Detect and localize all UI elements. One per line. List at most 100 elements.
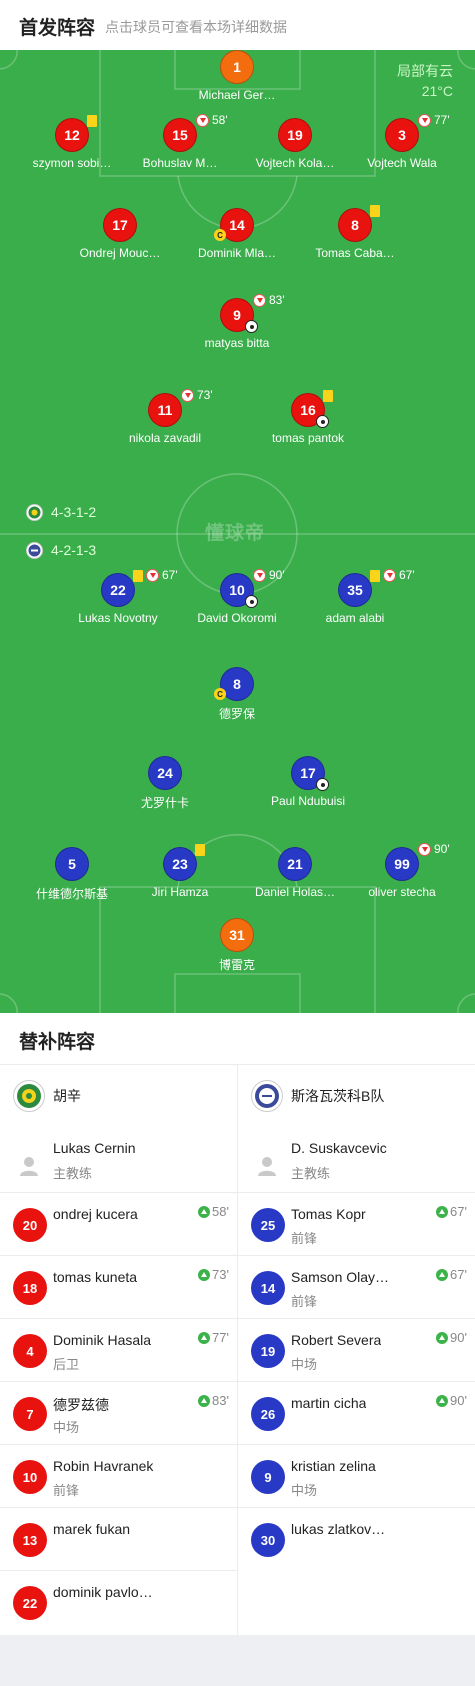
home-crest-icon <box>26 503 43 521</box>
sub-player-row[interactable]: 9 kristian zelina 中场 <box>238 1445 475 1508</box>
player-number: 21 <box>278 847 312 881</box>
sub-out-minute: 90' <box>269 568 285 582</box>
home-team-row[interactable]: 胡辛 <box>0 1065 237 1127</box>
sub-player-row[interactable]: 10 Robin Havranek 前锋 <box>0 1445 237 1508</box>
yellow-card-icon <box>323 390 333 402</box>
home-player[interactable]: 17 Ondrej Mouc… <box>65 208 175 268</box>
sub-player-position: 前锋 <box>53 1483 80 1498</box>
sub-player-number: 30 <box>251 1523 285 1557</box>
sub-in: 90' <box>436 1393 467 1408</box>
sub-out-icon <box>196 113 209 127</box>
substituted-out: 67' <box>146 568 178 582</box>
sub-in: 90' <box>436 1330 467 1345</box>
sub-in-arrow-icon <box>436 1268 449 1281</box>
sub-player-row[interactable]: 4 Dominik Hasala 后卫 77' <box>0 1319 237 1382</box>
weather-condition: 局部有云 <box>397 63 453 79</box>
home-player[interactable]: 11 nikola zavadil 73' <box>110 388 220 453</box>
player-name: oliver stecha <box>368 885 436 899</box>
home-coach-row[interactable]: Lukas Cernin 主教练 <box>0 1127 237 1193</box>
sub-player-row[interactable]: 22 dominik pavlo… <box>0 1571 237 1634</box>
away-player[interactable]: 17 Paul Ndubuisi <box>253 756 363 816</box>
sub-player-row[interactable]: 20 ondrej kucera 58' <box>0 1193 237 1256</box>
away-player[interactable]: 35 adam alabi 67' <box>300 568 415 633</box>
away-player[interactable]: 24 尤罗什卡 <box>110 756 220 816</box>
player-number: 17 <box>103 208 137 242</box>
sub-player-row[interactable]: 25 Tomas Kopr 前锋 67' <box>238 1193 475 1256</box>
sub-player-name: ondrej kucera <box>53 1206 138 1222</box>
player-number: 8 <box>338 208 372 242</box>
sub-in-arrow-icon <box>198 1205 211 1218</box>
home-player[interactable]: 9 matyas bitta 83' <box>182 293 292 358</box>
captain-badge: C <box>214 229 226 241</box>
home-formation: 4-3-1-2 <box>26 503 96 521</box>
away-coach-row[interactable]: D. Suskavcevic 主教练 <box>238 1127 475 1193</box>
sub-player-number: 9 <box>251 1460 285 1494</box>
player-name: Daniel Holas… <box>254 885 336 899</box>
home-team-name: 胡辛 <box>53 1088 81 1104</box>
sub-player-number: 10 <box>13 1460 47 1494</box>
home-player[interactable]: 8 Tomas Caba… <box>300 205 410 268</box>
sub-player-position: 中场 <box>291 1357 318 1372</box>
home-player[interactable]: 12 szymon sobi… <box>17 115 127 178</box>
substituted-out: 67' <box>383 568 415 582</box>
away-player[interactable]: 10 David Okoromi 90' <box>182 568 292 633</box>
pitch: 局部有云 21°C 懂球帝 4-3-1-2 4-2-1-3 1 Michael G… <box>0 50 475 1013</box>
sub-out-icon <box>253 568 266 582</box>
sub-player-number: 19 <box>251 1334 285 1368</box>
home-player[interactable]: 1 Michael Ger… <box>182 50 292 110</box>
player-name: matyas bitta <box>204 336 270 350</box>
sub-player-row[interactable]: 7 德罗兹德 中场 83' <box>0 1382 237 1445</box>
coach-avatar-icon <box>20 1157 38 1176</box>
sub-player-row[interactable]: 30 lukas zlatkov… <box>238 1508 475 1571</box>
sub-in-arrow-icon <box>436 1205 449 1218</box>
home-player[interactable]: 16 tomas pantok <box>253 390 363 453</box>
away-player[interactable]: 23 Jiri Hamza <box>125 844 235 907</box>
sub-player-position: 中场 <box>291 1483 318 1498</box>
player-name: 什维德尔斯基 <box>35 887 108 901</box>
home-player[interactable]: 14 Dominik Mla… C <box>182 208 292 268</box>
player-number: 31 <box>220 918 254 952</box>
away-player[interactable]: 5 什维德尔斯基 <box>17 847 127 907</box>
sub-player-row[interactable]: 19 Robert Severa 中场 90' <box>238 1319 475 1382</box>
sub-out-minute: 67' <box>399 568 415 582</box>
sub-player-number: 4 <box>13 1334 47 1368</box>
substituted-out: 83' <box>253 293 285 307</box>
home-player[interactable]: 15 Bohuslav M… 58' <box>125 113 235 178</box>
sub-player-number: 13 <box>13 1523 47 1557</box>
captain-badge: C <box>214 688 226 700</box>
away-player[interactable]: 8 德罗保 C <box>182 667 292 727</box>
sub-out-minute: 83' <box>269 293 285 307</box>
watermark: 懂球帝 <box>205 523 266 544</box>
away-team-row[interactable]: 斯洛瓦茨科B队 <box>238 1065 475 1127</box>
player-name: Vojtech Wala <box>367 156 437 170</box>
sub-out-icon <box>418 842 431 856</box>
substituted-out: 90' <box>418 842 450 856</box>
sub-player-row[interactable]: 14 Samson Olay… 前锋 67' <box>238 1256 475 1319</box>
away-player[interactable]: 21 Daniel Holas… <box>240 847 350 907</box>
home-player[interactable]: 3 Vojtech Wala 77' <box>347 113 457 178</box>
player-name: David Okoromi <box>197 611 277 625</box>
player-name: Vojtech Kola… <box>255 156 335 170</box>
home-player[interactable]: 19 Vojtech Kola… <box>240 118 350 178</box>
sub-player-name: kristian zelina <box>291 1458 376 1474</box>
goal-ball-icon <box>245 595 258 608</box>
sub-player-row[interactable]: 26 martin cicha 90' <box>238 1382 475 1445</box>
sub-in-minute: 58' <box>212 1204 229 1219</box>
away-player[interactable]: 31 博雷克 <box>182 918 292 978</box>
sub-player-row[interactable]: 13 marek fukan <box>0 1508 237 1571</box>
away-player[interactable]: 99 oliver stecha 90' <box>347 842 457 907</box>
player-name: Jiri Hamza <box>151 885 209 899</box>
sub-out-icon <box>418 113 431 127</box>
sub-in-arrow-icon <box>198 1268 211 1281</box>
coach-avatar-icon <box>258 1157 276 1176</box>
player-number: 3 <box>385 118 419 152</box>
sub-player-position: 中场 <box>53 1420 80 1435</box>
yellow-card-icon <box>133 570 143 582</box>
sub-player-row[interactable]: 18 tomas kuneta 73' <box>0 1256 237 1319</box>
player-name: adam alabi <box>325 611 385 625</box>
player-name: tomas pantok <box>271 431 345 445</box>
away-coach-name: D. Suskavcevic <box>291 1140 387 1156</box>
sub-player-name: lukas zlatkov… <box>291 1521 386 1537</box>
sub-out-minute: 90' <box>434 842 450 856</box>
away-player[interactable]: 22 Lukas Novotny 67' <box>63 568 177 633</box>
